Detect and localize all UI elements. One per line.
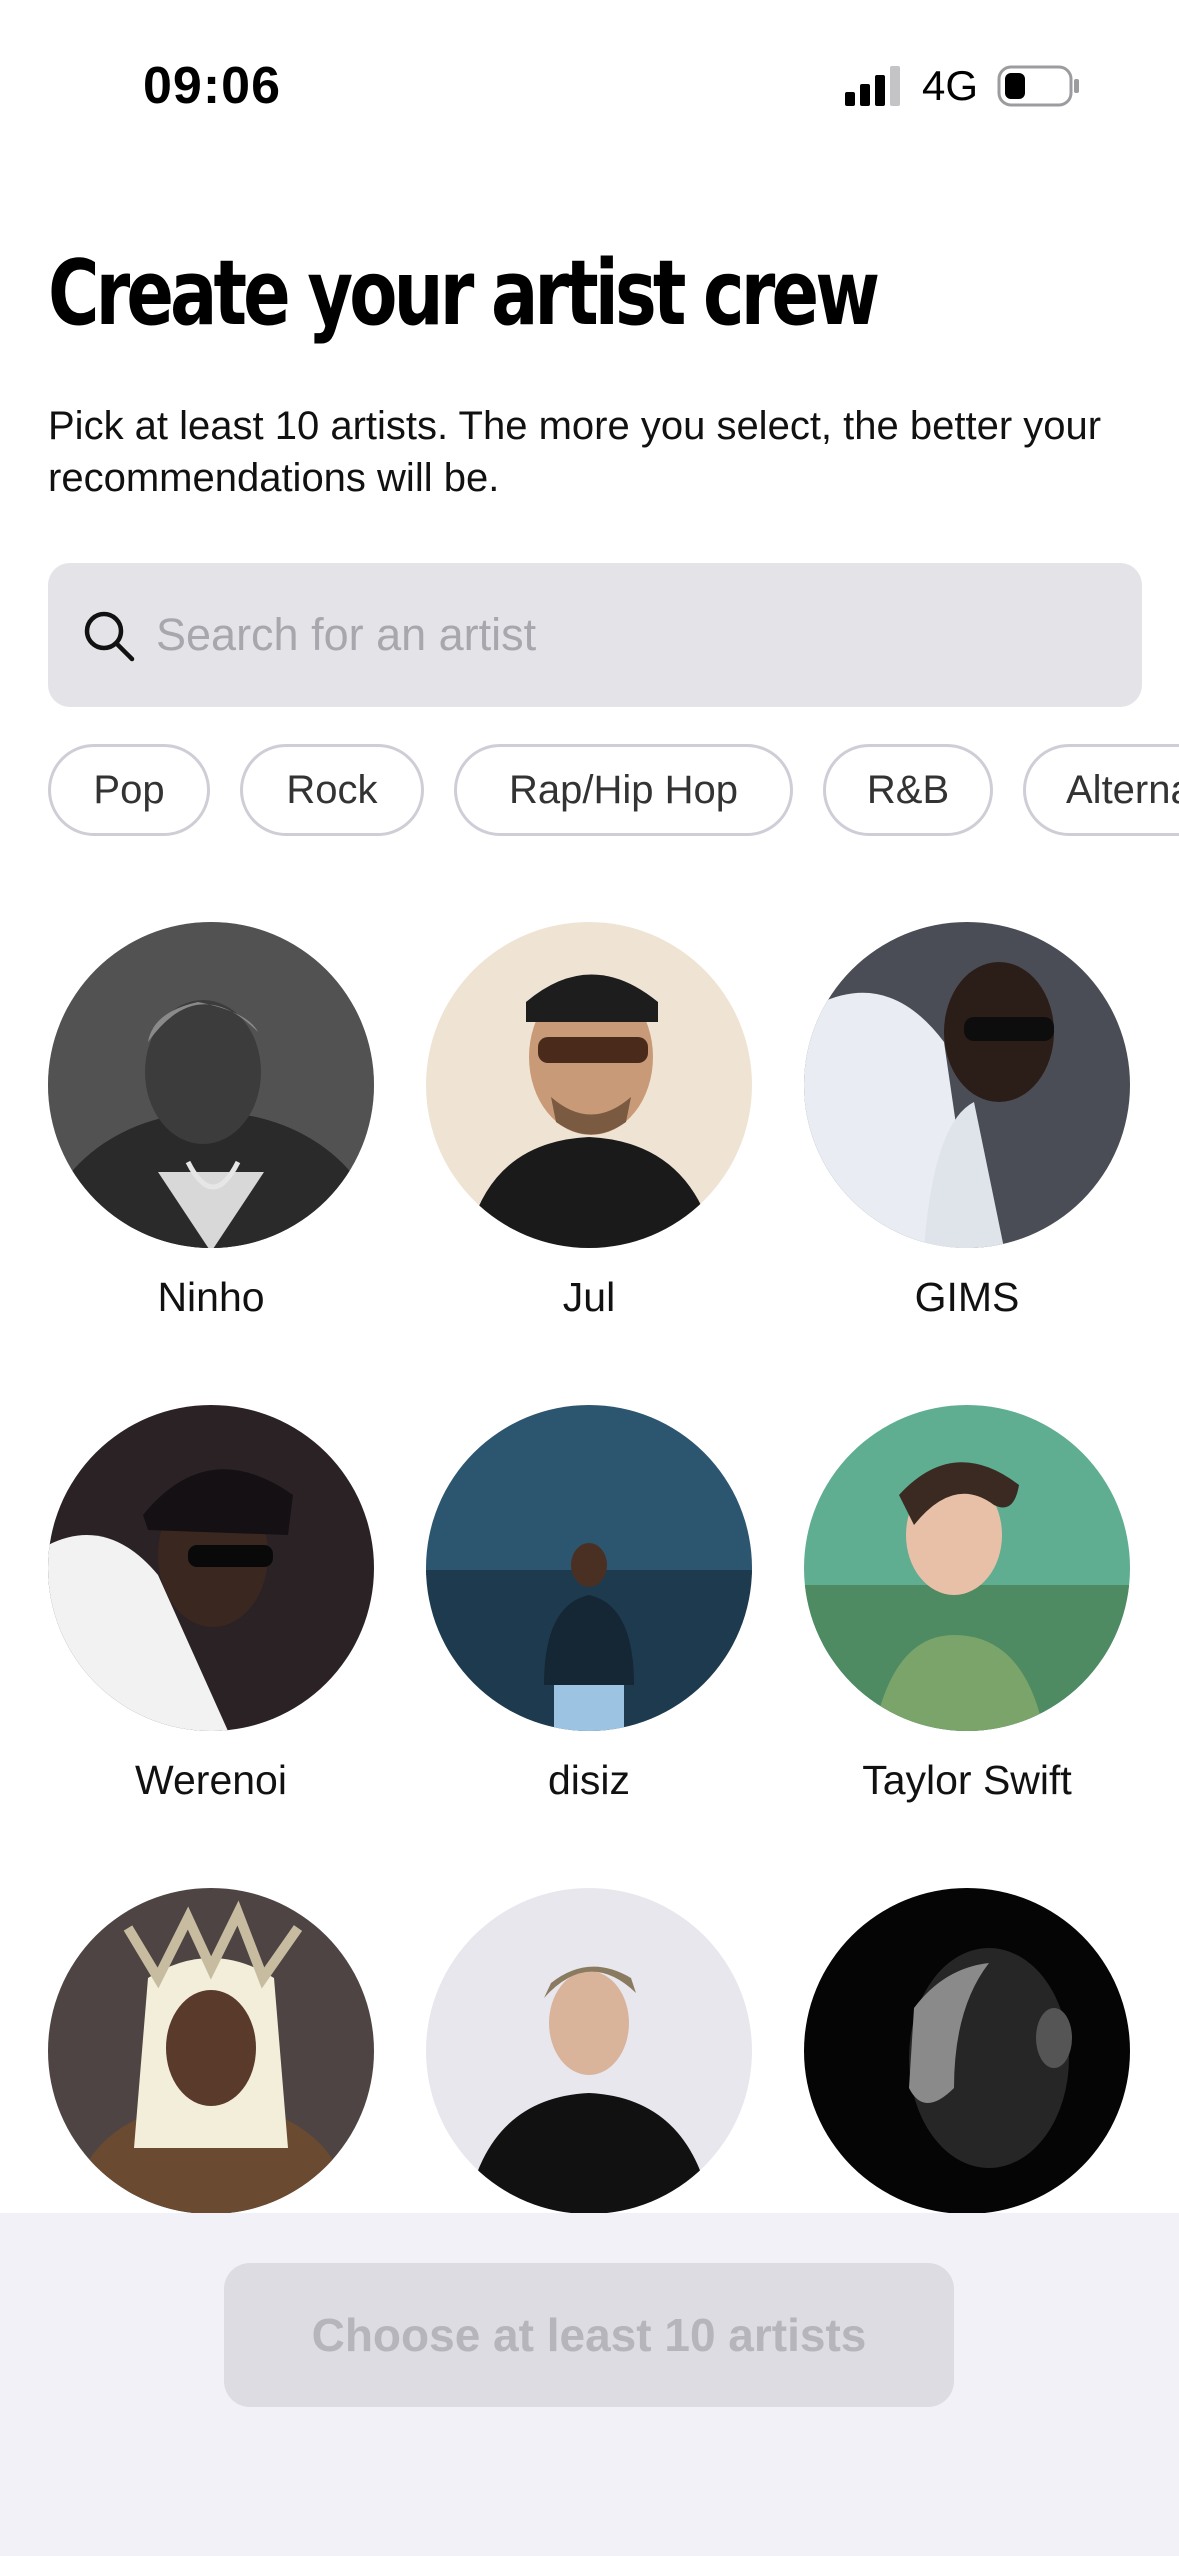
- search-input[interactable]: [156, 563, 1116, 707]
- bottom-action-bar: Choose at least 10 artists: [0, 2213, 1179, 2556]
- choose-artists-button[interactable]: Choose at least 10 artists: [224, 2263, 954, 2407]
- genre-chip-rock[interactable]: Rock: [240, 744, 424, 836]
- status-time: 09:06: [143, 57, 281, 115]
- artist-name: Jul: [562, 1274, 616, 1320]
- artist-card-taylor-swift[interactable]: Taylor Swift: [804, 1405, 1130, 1804]
- genre-chip-rap-hip-hop[interactable]: Rap/Hip Hop: [454, 744, 793, 836]
- artist-card-gims[interactable]: GIMS: [804, 922, 1130, 1321]
- status-bar: 09:06 4G: [0, 0, 1179, 172]
- artist-name: GIMS: [914, 1274, 1020, 1320]
- genre-chip-alternative[interactable]: Alternative: [1023, 744, 1179, 836]
- artist-photo: [48, 1405, 374, 1731]
- artist-name: Ninho: [157, 1274, 265, 1320]
- artist-card[interactable]: [48, 1888, 374, 2240]
- genre-chip-pop[interactable]: Pop: [48, 744, 210, 836]
- artist-card-disiz[interactable]: disiz: [426, 1405, 752, 1804]
- page-title: Create your artist crew: [48, 241, 880, 346]
- artist-card-werenoi[interactable]: Werenoi: [48, 1405, 374, 1804]
- genre-filter-bar: Pop Rock Rap/Hip Hop R&B Alternative: [0, 744, 1179, 840]
- artist-photo: [426, 922, 752, 1248]
- artist-photo: [804, 1888, 1130, 2214]
- artist-photo: [804, 1405, 1130, 1731]
- search-icon: [84, 611, 135, 662]
- artist-card[interactable]: [426, 1888, 752, 2240]
- artist-photo: [48, 1888, 374, 2214]
- artist-name: Taylor Swift: [862, 1757, 1072, 1803]
- network-type: 4G: [922, 62, 979, 109]
- search-box[interactable]: [48, 563, 1142, 707]
- battery-low-icon: [997, 65, 1079, 107]
- genre-chip-rnb[interactable]: R&B: [823, 744, 993, 836]
- artist-photo: [426, 1888, 752, 2214]
- artist-photo: [426, 1405, 752, 1731]
- page-subtitle: Pick at least 10 artists. The more you s…: [48, 404, 1102, 500]
- artist-card-jul[interactable]: Jul: [426, 922, 752, 1321]
- artist-name: Werenoi: [135, 1757, 287, 1803]
- artist-card-ninho[interactable]: Ninho: [48, 922, 374, 1321]
- artist-photo: [804, 922, 1130, 1248]
- artist-photo: [48, 922, 374, 1248]
- signal-bars-icon: [845, 66, 900, 106]
- artist-card[interactable]: [804, 1888, 1130, 2240]
- artist-name: disiz: [547, 1757, 631, 1803]
